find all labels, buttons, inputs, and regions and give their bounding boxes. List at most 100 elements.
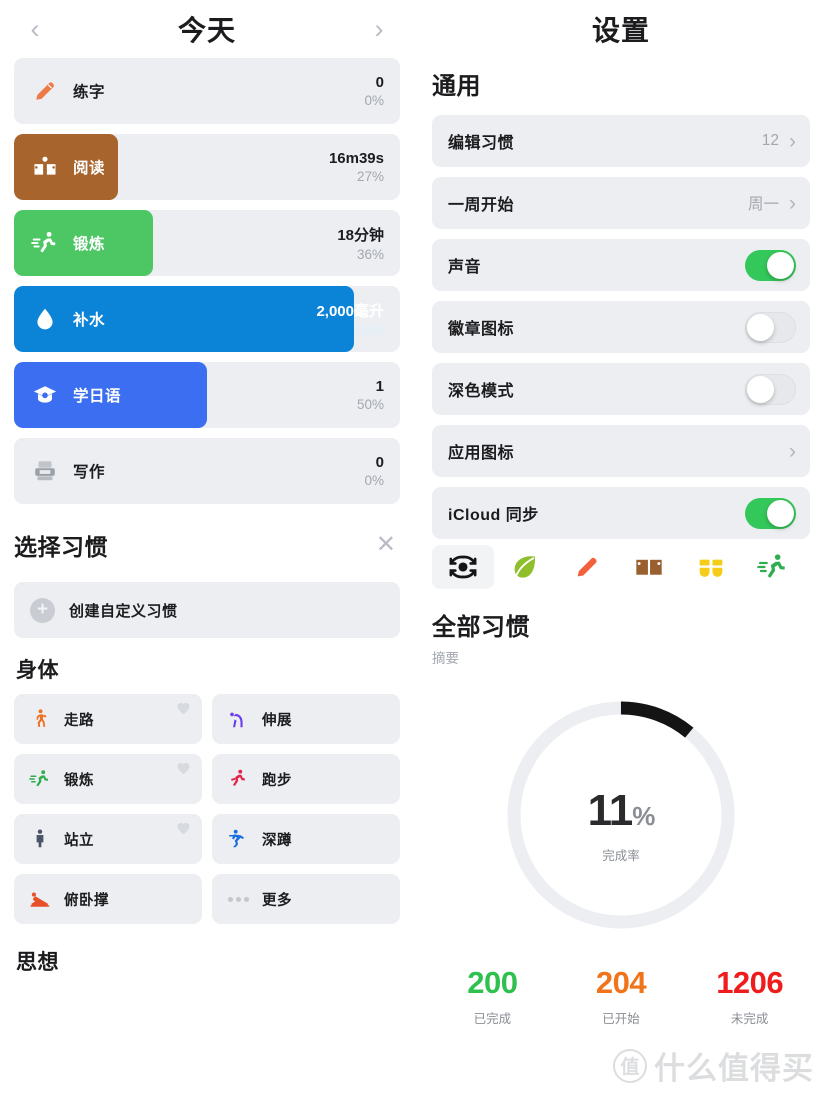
favorite-heart-icon[interactable] (176, 701, 191, 715)
habit-option-more[interactable]: 更多 (212, 874, 400, 924)
app-icon-option-teeth[interactable] (680, 545, 742, 589)
all-habits-title: 全部习惯 (432, 614, 530, 641)
habit-percent: 36% (356, 247, 384, 262)
favorite-heart-icon[interactable] (176, 761, 191, 775)
habit-value: 0 (375, 74, 384, 91)
habit-value: 1 (375, 378, 384, 395)
pushup-icon (28, 887, 52, 911)
running-icon (28, 767, 52, 791)
habit-option-walk[interactable]: 走路 (14, 694, 202, 744)
habit-option-label: 站立 (64, 832, 94, 849)
plus-circle-icon: + (30, 597, 55, 623)
app-icon-option-leaf[interactable] (494, 545, 556, 589)
habit-row[interactable]: 补水 2,000毫升 88% (14, 286, 400, 352)
habit-percent: 88% (356, 323, 384, 338)
habit-name: 补水 (73, 312, 106, 329)
settings-title: 设置 (591, 15, 650, 46)
app-icon-strip[interactable] (414, 543, 828, 591)
choose-habit-header: 选择习惯 ✕ (0, 514, 414, 572)
habit-option-label: 俯卧撑 (64, 892, 109, 909)
habit-row[interactable]: 学日语 1 50% (14, 362, 400, 428)
settings-row-edit-habits[interactable]: 编辑习惯 12 › (432, 115, 810, 167)
open-book-icon (30, 152, 60, 182)
ring-label: 完成率 (602, 849, 640, 863)
stat-caption: 未完成 (730, 1012, 769, 1026)
stat-number: 1206 (716, 965, 784, 1000)
habit-option-label: 深蹲 (262, 832, 292, 849)
category-title-mind: 思想 (16, 951, 59, 974)
section-title-general: 通用 (432, 73, 481, 100)
habit-value: 18分钟 (337, 227, 384, 244)
dark-mode-toggle[interactable] (745, 373, 796, 405)
habit-row[interactable]: 写作 0 0% (14, 438, 400, 504)
app-icon-option-pencil[interactable] (556, 545, 618, 589)
app-icon-option-book[interactable] (618, 545, 680, 589)
settings-row-app-icon[interactable]: 应用图标 › (432, 425, 810, 477)
habit-name: 阅读 (73, 160, 106, 177)
category-title-body: 身体 (16, 659, 59, 682)
settings-row-badge-icon[interactable]: 徽章图标 (432, 301, 810, 353)
toggle-knob (747, 375, 774, 403)
settings-row-label: 深色模式 (448, 383, 515, 400)
badge-icon-toggle[interactable] (745, 311, 796, 343)
water-drop-icon (30, 304, 60, 334)
all-habits-subtitle: 摘要 (432, 651, 459, 666)
typewriter-icon (30, 456, 60, 486)
chevron-right-icon[interactable]: › (366, 15, 392, 43)
habit-row[interactable]: 锻炼 18分钟 36% (14, 210, 400, 276)
toggle-knob (767, 499, 794, 527)
habit-name: 锻炼 (73, 236, 106, 253)
create-custom-habit-label: 创建自定义习惯 (69, 602, 178, 620)
app-icon-option-target-face[interactable] (432, 545, 494, 589)
close-icon[interactable]: ✕ (376, 533, 396, 557)
sound-toggle[interactable] (745, 249, 796, 281)
more-dots-icon (226, 887, 250, 911)
running-icon (30, 228, 60, 258)
habit-option-workout[interactable]: 锻炼 (14, 754, 202, 804)
habit-option-label: 走路 (64, 712, 94, 729)
target-face-icon (449, 555, 477, 579)
settings-row-value: 12 (761, 132, 779, 149)
ring-center-text: 11% 完成率 (414, 789, 828, 864)
toggle-knob (747, 313, 774, 341)
pencil-icon (577, 557, 597, 577)
habit-option-squat[interactable]: 深蹲 (212, 814, 400, 864)
app-icon-option-running[interactable] (742, 545, 804, 589)
habit-percent: 0% (364, 473, 384, 488)
habit-value: 0 (375, 454, 384, 471)
habit-percent: 50% (356, 397, 384, 412)
settings-row-dark-mode[interactable]: 深色模式 (432, 363, 810, 415)
open-book-icon (636, 559, 662, 575)
today-panel: ‹ 今天 › 练字 0 0% 阅读 16m39s 27% 锻炼 18分钟 36%… (0, 0, 414, 1102)
icloud-sync-toggle[interactable] (745, 497, 796, 529)
create-custom-habit-button[interactable]: + 创建自定义习惯 (14, 582, 400, 638)
completion-ring: 11% 完成率 (414, 681, 828, 949)
habit-option-label: 更多 (262, 892, 292, 909)
habit-row[interactable]: 练字 0 0% (14, 58, 400, 124)
habit-picker-grid: 走路 伸展 锻炼 跑步 站立 深蹲 俯卧撑 更多 (0, 694, 414, 924)
all-habits-header: 全部习惯 摘要 (414, 591, 828, 667)
stat-caption: 已完成 (473, 1012, 512, 1026)
settings-row-sound[interactable]: 声音 (432, 239, 810, 291)
settings-row-label: 编辑习惯 (448, 135, 515, 152)
habit-value: 16m39s (328, 150, 384, 167)
habit-option-pushup[interactable]: 俯卧撑 (14, 874, 202, 924)
stretch-icon (226, 707, 250, 731)
habit-option-stretch[interactable]: 伸展 (212, 694, 400, 744)
chevron-left-icon[interactable]: ‹ (22, 15, 48, 43)
habit-row[interactable]: 阅读 16m39s 27% (14, 134, 400, 200)
settings-panel: 设置 通用 编辑习惯 12 › 一周开始 周一 › 声音 徽章图标 深色模式 应… (414, 0, 828, 1102)
favorite-heart-icon[interactable] (176, 821, 191, 835)
settings-row-label: 应用图标 (448, 445, 515, 462)
watermark-text: 什么值得买 (654, 1051, 814, 1086)
habit-name: 写作 (73, 464, 106, 481)
settings-row-icloud-sync[interactable]: iCloud 同步 (432, 487, 810, 539)
habit-option-label: 伸展 (262, 712, 292, 729)
habit-option-stand[interactable]: 站立 (14, 814, 202, 864)
stat-number: 200 (467, 965, 518, 1000)
watermark-logo: 值 (613, 1048, 647, 1083)
chevron-right-icon: › (789, 129, 796, 153)
watermark: 值 什么值得买 (613, 1043, 814, 1088)
settings-row-week-start[interactable]: 一周开始 周一 › (432, 177, 810, 229)
habit-option-run[interactable]: 跑步 (212, 754, 400, 804)
